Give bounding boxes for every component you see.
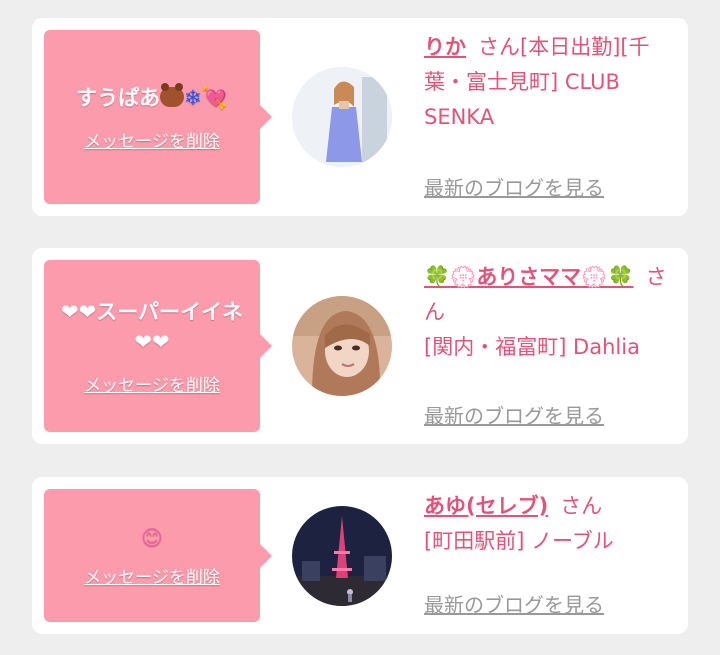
woman-selfie-photo xyxy=(292,296,392,396)
clover-icon: 🍀 xyxy=(424,265,451,289)
message-text: 😊 xyxy=(141,526,163,550)
message-bubble: 😊 メッセージを削除 xyxy=(44,489,272,622)
message-bubble: すうぱあ ❄💘 メッセージを削除 xyxy=(44,30,272,204)
message-bubble: ❤❤スーパーイイネ❤❤ メッセージを削除 xyxy=(44,260,272,432)
latest-blog-link[interactable]: 最新のブログを見る xyxy=(424,400,604,429)
cast-info: あゆ(セレブ) さん [町田駅前] ノーブル xyxy=(424,489,674,559)
delete-message-link[interactable]: メッセージを削除 xyxy=(84,127,220,152)
message-text: ❤❤スーパーイイネ❤❤ xyxy=(61,299,243,354)
delete-message-link[interactable]: メッセージを削除 xyxy=(84,563,220,588)
honorific: さん xyxy=(560,494,603,518)
heart-arrow-icon: 💘 xyxy=(201,85,228,110)
cast-info: りか さん[本日出勤][千葉・富士見町] CLUB SENKA xyxy=(424,30,674,135)
message-card: すうぱあ ❄💘 メッセージを削除 りか さん[本日出勤][千葉・富士見町] CLUB… xyxy=(32,18,688,216)
avatar[interactable] xyxy=(292,506,392,606)
shop-info: [町田駅前] ノーブル xyxy=(424,529,614,553)
blossom-icon: 💮 xyxy=(450,265,477,289)
clover-icon: 🍀 xyxy=(607,265,634,289)
tokyo-tower-night-photo xyxy=(292,506,392,606)
woman-in-blue-dress-photo xyxy=(292,67,392,167)
latest-blog-link[interactable]: 最新のブログを見る xyxy=(424,589,604,618)
cast-info: 🍀💮ありさママ💮🍀 さん [関内・福富町] Dahlia xyxy=(424,260,674,365)
delete-message-link[interactable]: メッセージを削除 xyxy=(84,371,220,396)
message-card: 😊 メッセージを削除 あゆ(セレブ) さん [町田駅前] ノーブル 最新のブログを見… xyxy=(32,477,688,634)
cast-name-link[interactable]: りか xyxy=(424,35,466,59)
cast-name-link[interactable]: あゆ(セレブ) xyxy=(424,494,548,518)
honorific: さん xyxy=(478,35,520,59)
avatar[interactable] xyxy=(292,296,392,396)
message-card: ❤❤スーパーイイネ❤❤ メッセージを削除 🍀💮ありさママ💮🍀 さん [関内・福富町]… xyxy=(32,248,688,444)
message-text: すうぱあ ❄💘 xyxy=(76,82,228,110)
latest-blog-link[interactable]: 最新のブログを見る xyxy=(424,172,604,201)
avatar[interactable] xyxy=(292,67,392,167)
shop-info: [関内・福富町] Dahlia xyxy=(424,335,640,359)
blossom-icon: 💮 xyxy=(581,265,608,289)
bear-icon xyxy=(160,82,185,107)
cast-name-link[interactable]: 🍀💮ありさママ💮🍀 xyxy=(424,265,634,289)
snowflake-icon: ❄ xyxy=(184,85,202,110)
